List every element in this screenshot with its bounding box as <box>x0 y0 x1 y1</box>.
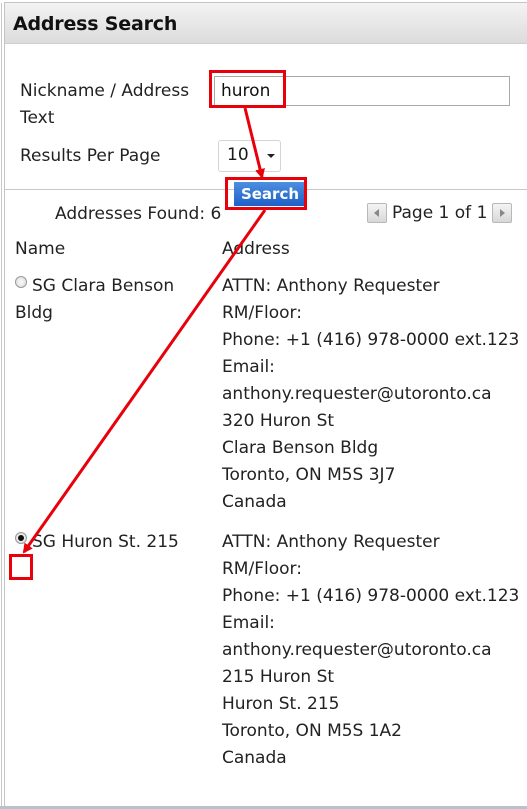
previous-page-button[interactable] <box>367 203 387 223</box>
page-title: Address Search <box>13 13 178 35</box>
column-header-name: Name <box>15 239 66 259</box>
address-line: Email: <box>222 613 275 633</box>
address-search-panel: Address Search Nickname / Address Text R… <box>1 2 527 806</box>
address-line: anthony.requester@utoronto.ca <box>222 384 492 404</box>
address-line: ATTN: Anthony Requester <box>222 532 440 552</box>
panel-header: Address Search <box>5 3 527 44</box>
address-line: anthony.requester@utoronto.ca <box>222 640 492 660</box>
address-line: Toronto, ON M5S 1A2 <box>222 721 403 741</box>
address-line: Canada <box>222 492 287 512</box>
results-per-page-select[interactable]: 10 <box>218 140 281 172</box>
chevron-down-icon <box>267 154 275 158</box>
address-line: Canada <box>222 748 287 768</box>
address-radio[interactable] <box>15 276 27 288</box>
nickname-input[interactable] <box>214 76 510 106</box>
address-line: RM/Floor: <box>222 303 302 323</box>
pager: Page 1 of 1 <box>367 201 513 225</box>
results-per-page-label: Results Per Page <box>20 146 161 166</box>
address-line: Huron St. 215 <box>222 694 340 714</box>
address-name: SG Huron St. 215 <box>32 532 179 552</box>
search-button[interactable]: Search <box>234 182 306 206</box>
address-details: ATTN: Anthony Requester RM/Floor: Phone:… <box>222 529 519 772</box>
address-radio-selected[interactable] <box>15 532 27 544</box>
address-line: ATTN: Anthony Requester <box>222 276 440 296</box>
address-line: 320 Huron St <box>222 411 335 431</box>
address-line: Phone: +1 (416) 978-0000 ext.123 <box>222 586 520 606</box>
nickname-label: Nickname / Address Text <box>20 81 190 128</box>
results-per-page-value: 10 <box>227 145 249 165</box>
address-name-cell: SG Huron St. 215 <box>15 529 205 556</box>
addresses-found-count: Addresses Found: 6 <box>55 204 222 224</box>
next-page-button[interactable] <box>492 203 513 223</box>
search-form: Nickname / Address Text Results Per Page… <box>5 44 527 206</box>
address-line: Clara Benson Bldg <box>222 438 379 458</box>
address-line: RM/Floor: <box>222 559 302 579</box>
address-line: Phone: +1 (416) 978-0000 ext.123 <box>222 330 520 350</box>
address-line: Toronto, ON M5S 3J7 <box>222 465 396 485</box>
page-indicator: Page 1 of 1 <box>392 203 488 223</box>
address-line: Email: <box>222 357 275 377</box>
column-header-address: Address <box>222 239 290 259</box>
address-details: ATTN: Anthony Requester RM/Floor: Phone:… <box>222 273 519 516</box>
address-line: 215 Huron St <box>222 667 335 687</box>
address-name-cell: SG Clara Benson Bldg <box>15 273 205 327</box>
address-name: SG Clara Benson Bldg <box>15 276 175 323</box>
